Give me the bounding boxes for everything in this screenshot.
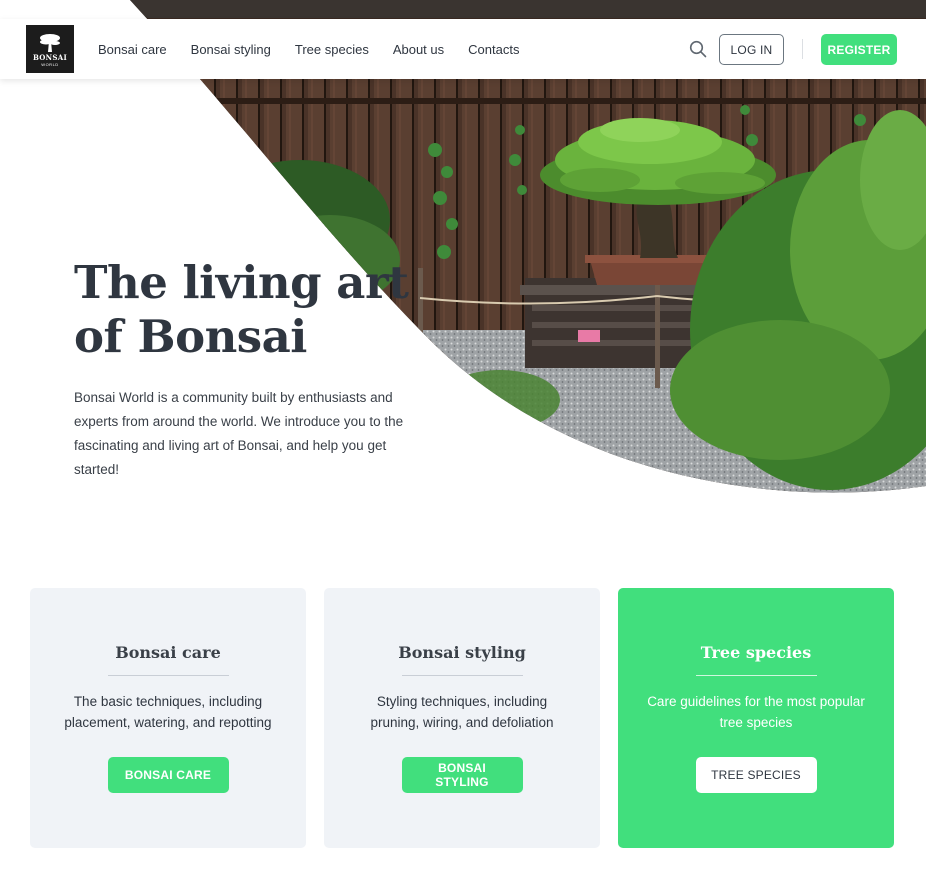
bonsai-tree-logo-icon	[40, 34, 60, 52]
card-divider	[695, 675, 817, 676]
login-button[interactable]: LOG IN	[719, 34, 784, 65]
hero-title-line2: of Bonsai	[74, 310, 307, 363]
nav-contacts[interactable]: Contacts	[468, 42, 519, 57]
card-title: Bonsai care	[115, 643, 221, 662]
search-icon[interactable]	[688, 39, 708, 59]
card-description: Care guidelines for the most popular tre…	[647, 694, 865, 730]
card-divider	[401, 675, 523, 676]
hero-title-line1: The living art	[74, 256, 409, 309]
nav-bonsai-care[interactable]: Bonsai care	[98, 42, 167, 57]
hero-description: Bonsai World is a community built by ent…	[74, 390, 404, 477]
register-button[interactable]: REGISTER	[821, 34, 897, 65]
hero-title: The living art of Bonsai	[74, 256, 594, 364]
card-bonsai-care: Bonsai care The basic techniques, includ…	[30, 588, 306, 848]
card-description: The basic techniques, including placemen…	[64, 694, 272, 730]
card-divider	[107, 675, 229, 676]
header-divider	[802, 39, 803, 59]
logo-subtext: WORLD	[41, 62, 59, 67]
bonsai-care-button[interactable]: BONSAI CARE	[107, 757, 229, 793]
main-nav: Bonsai care Bonsai styling Tree species …	[98, 19, 543, 79]
card-bonsai-styling: Bonsai styling Styling techniques, inclu…	[324, 588, 600, 848]
nav-about-us[interactable]: About us	[393, 42, 444, 57]
card-title: Bonsai styling	[398, 643, 526, 662]
card-tree-species: Tree species Care guidelines for the mos…	[618, 588, 894, 848]
logo-text: BONSAI	[32, 53, 68, 62]
site-header: BONSAI WORLD Bonsai care Bonsai styling …	[0, 19, 926, 79]
nav-bonsai-styling[interactable]: Bonsai styling	[191, 42, 271, 57]
card-title: Tree species	[700, 643, 812, 662]
bonsai-world-logo[interactable]: BONSAI WORLD	[26, 25, 74, 73]
bonsai-styling-button[interactable]: BONSAI STYLING	[401, 757, 523, 793]
card-description: Styling techniques, including pruning, w…	[370, 694, 554, 730]
tree-species-button[interactable]: TREE SPECIES	[695, 757, 817, 793]
nav-tree-species[interactable]: Tree species	[295, 42, 369, 57]
